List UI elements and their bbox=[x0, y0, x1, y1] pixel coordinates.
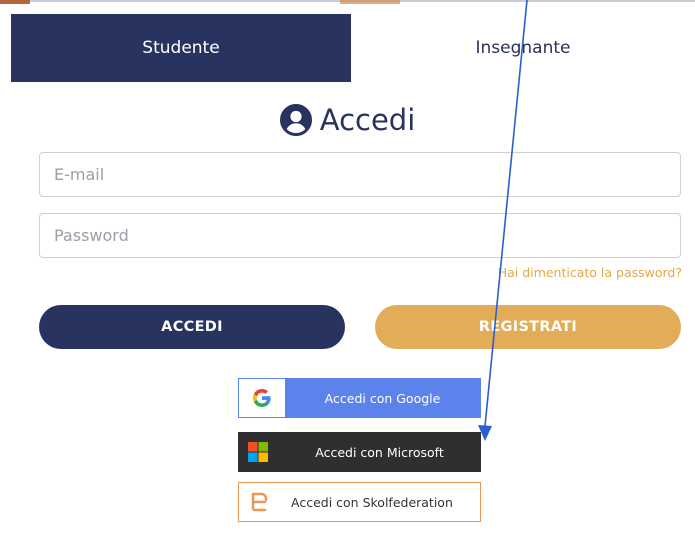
skolfederation-logo-icon bbox=[239, 482, 279, 522]
top-strip-highlight bbox=[340, 0, 400, 4]
register-button[interactable]: REGISTRATI bbox=[375, 305, 681, 349]
skolfederation-login-label: Accedi con Skolfederation bbox=[291, 494, 453, 510]
login-button[interactable]: ACCEDI bbox=[39, 305, 345, 349]
role-tabs: Studente Insegnante bbox=[11, 14, 695, 82]
top-strip-accent bbox=[0, 0, 30, 4]
microsoft-login-label: Accedi con Microsoft bbox=[315, 444, 444, 460]
microsoft-login-button[interactable]: Accedi con Microsoft bbox=[238, 432, 481, 472]
tab-teacher[interactable]: Insegnante bbox=[351, 14, 695, 82]
google-login-label: Accedi con Google bbox=[324, 390, 441, 406]
top-strip bbox=[0, 0, 695, 12]
login-title: Accedi bbox=[0, 103, 695, 137]
forgot-password-link[interactable]: Hai dimenticato la password? bbox=[498, 265, 682, 280]
google-login-button[interactable]: Accedi con Google bbox=[238, 378, 481, 418]
email-field[interactable] bbox=[39, 152, 681, 197]
user-circle-icon bbox=[279, 104, 312, 136]
google-logo-icon bbox=[239, 379, 285, 417]
microsoft-logo-icon bbox=[238, 432, 278, 472]
page-title: Accedi bbox=[319, 103, 416, 137]
password-field[interactable] bbox=[39, 213, 681, 258]
tab-student[interactable]: Studente bbox=[11, 14, 351, 82]
skolfederation-login-button[interactable]: Accedi con Skolfederation bbox=[238, 482, 481, 522]
